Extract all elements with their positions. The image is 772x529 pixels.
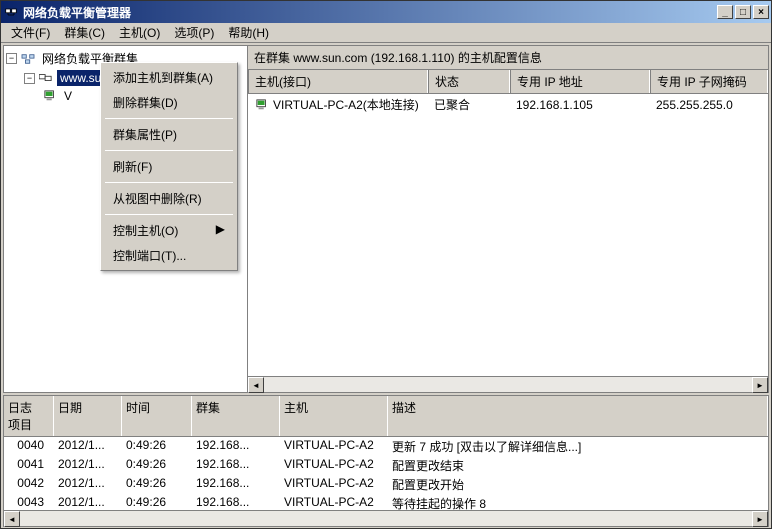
log-cell-cluster: 192.168... [192,437,280,456]
log-cell-desc: 配置更改结束 [388,456,768,475]
minimize-button[interactable]: _ [717,5,733,19]
log-col-date[interactable]: 日期 [54,396,122,436]
host-icon [42,89,58,103]
log-col-time[interactable]: 时间 [122,396,192,436]
chevron-right-icon: ▶ [216,222,225,236]
log-cell-host: VIRTUAL-PC-A2 [280,475,388,494]
host-icon [254,98,270,112]
log-row[interactable]: 00432012/1...0:49:26192.168...VIRTUAL-PC… [4,494,768,510]
log-cell-host: VIRTUAL-PC-A2 [280,494,388,510]
log-row[interactable]: 00412012/1...0:49:26192.168...VIRTUAL-PC… [4,456,768,475]
close-button[interactable]: × [753,5,769,19]
host-status: 已聚合 [428,94,510,115]
menu-cluster[interactable]: 群集(C) [58,22,111,43]
log-cell-id: 0041 [4,456,54,475]
cluster-icon [38,71,54,85]
log-pane: 日志项目 日期 时间 群集 主机 描述 00402012/1...0:49:26… [3,395,769,527]
log-cell-cluster: 192.168... [192,494,280,510]
title-bar: 网络负载平衡管理器 _ □ × [1,1,771,23]
tree-host-label: V [61,88,75,104]
cm-remove-view[interactable]: 从视图中删除(R) [103,186,235,211]
log-body: 00402012/1...0:49:26192.168...VIRTUAL-PC… [4,437,768,510]
log-cell-date: 2012/1... [54,475,122,494]
main-content: − 网络负载平衡群集 − www.sun.com (192.168.1.110) [3,45,769,393]
menu-separator [105,118,233,119]
log-cell-id: 0043 [4,494,54,510]
cluster-group-icon [20,52,36,66]
host-name: VIRTUAL-PC-A2(本地连接) [273,96,419,113]
menu-file[interactable]: 文件(F) [5,22,56,43]
app-icon [3,4,19,20]
log-cell-id: 0040 [4,437,54,456]
col-header-mask[interactable]: 专用 IP 子网掩码 [650,70,768,93]
log-cell-cluster: 192.168... [192,475,280,494]
log-cell-time: 0:49:26 [122,494,192,510]
log-cell-desc: 更新 7 成功 [双击以了解详细信息...] [388,437,768,456]
menu-host[interactable]: 主机(O) [113,22,166,43]
cm-control-port[interactable]: 控制端口(T)... [103,243,235,268]
log-cell-date: 2012/1... [54,456,122,475]
horizontal-scrollbar[interactable]: ◄ ► [248,376,768,392]
log-col-id[interactable]: 日志项目 [4,396,54,436]
log-header: 日志项目 日期 时间 群集 主机 描述 [4,396,768,437]
scroll-left-button[interactable]: ◄ [4,511,20,527]
detail-pane: 在群集 www.sun.com (192.168.1.110) 的主机配置信息 … [248,46,768,392]
log-cell-date: 2012/1... [54,437,122,456]
log-cell-desc: 配置更改开始 [388,475,768,494]
col-header-status[interactable]: 状态 [428,70,510,93]
cm-delete-cluster[interactable]: 删除群集(D) [103,90,235,115]
host-table-body: VIRTUAL-PC-A2(本地连接) 已聚合 192.168.1.105 25… [248,94,768,376]
host-mask: 255.255.255.0 [650,94,768,115]
expand-icon[interactable]: − [6,53,17,64]
scroll-left-button[interactable]: ◄ [248,377,264,393]
tree-pane: − 网络负载平衡群集 − www.sun.com (192.168.1.110) [4,46,248,392]
log-col-cluster[interactable]: 群集 [192,396,280,436]
log-cell-time: 0:49:26 [122,475,192,494]
log-col-desc[interactable]: 描述 [388,396,768,436]
log-cell-id: 0042 [4,475,54,494]
cm-properties[interactable]: 群集属性(P) [103,122,235,147]
menu-help[interactable]: 帮助(H) [222,22,275,43]
cm-control-host-label: 控制主机(O) [113,224,178,238]
cm-refresh[interactable]: 刷新(F) [103,154,235,179]
expand-icon[interactable]: − [24,73,35,84]
host-row[interactable]: VIRTUAL-PC-A2(本地连接) 已聚合 192.168.1.105 25… [248,94,768,115]
log-col-host[interactable]: 主机 [280,396,388,436]
menu-separator [105,214,233,215]
window-controls: _ □ × [717,5,769,19]
cm-control-host[interactable]: 控制主机(O) ▶ [103,218,235,243]
log-cell-time: 0:49:26 [122,456,192,475]
scroll-right-button[interactable]: ► [752,511,768,527]
log-cell-date: 2012/1... [54,494,122,510]
context-menu: 添加主机到群集(A) 删除群集(D) 群集属性(P) 刷新(F) 从视图中删除(… [100,62,238,271]
col-header-ip[interactable]: 专用 IP 地址 [510,70,650,93]
detail-header: 在群集 www.sun.com (192.168.1.110) 的主机配置信息 [248,46,768,70]
scroll-track[interactable] [20,511,752,526]
log-cell-host: VIRTUAL-PC-A2 [280,437,388,456]
menu-options[interactable]: 选项(P) [168,22,220,43]
maximize-button[interactable]: □ [735,5,751,19]
menu-separator [105,182,233,183]
col-header-host[interactable]: 主机(接口) [248,70,428,93]
log-row[interactable]: 00402012/1...0:49:26192.168...VIRTUAL-PC… [4,437,768,456]
log-row[interactable]: 00422012/1...0:49:26192.168...VIRTUAL-PC… [4,475,768,494]
log-cell-host: VIRTUAL-PC-A2 [280,456,388,475]
scroll-track[interactable] [264,377,752,392]
log-cell-time: 0:49:26 [122,437,192,456]
menu-separator [105,150,233,151]
window-title: 网络负载平衡管理器 [23,4,717,21]
host-table-header: 主机(接口) 状态 专用 IP 地址 专用 IP 子网掩码 [248,70,768,94]
cm-add-host[interactable]: 添加主机到群集(A) [103,65,235,90]
menu-bar: 文件(F) 群集(C) 主机(O) 选项(P) 帮助(H) [1,23,771,43]
log-cell-desc: 等待挂起的操作 8 [388,494,768,510]
horizontal-scrollbar[interactable]: ◄ ► [4,510,768,526]
scroll-right-button[interactable]: ► [752,377,768,393]
log-cell-cluster: 192.168... [192,456,280,475]
host-ip: 192.168.1.105 [510,94,650,115]
